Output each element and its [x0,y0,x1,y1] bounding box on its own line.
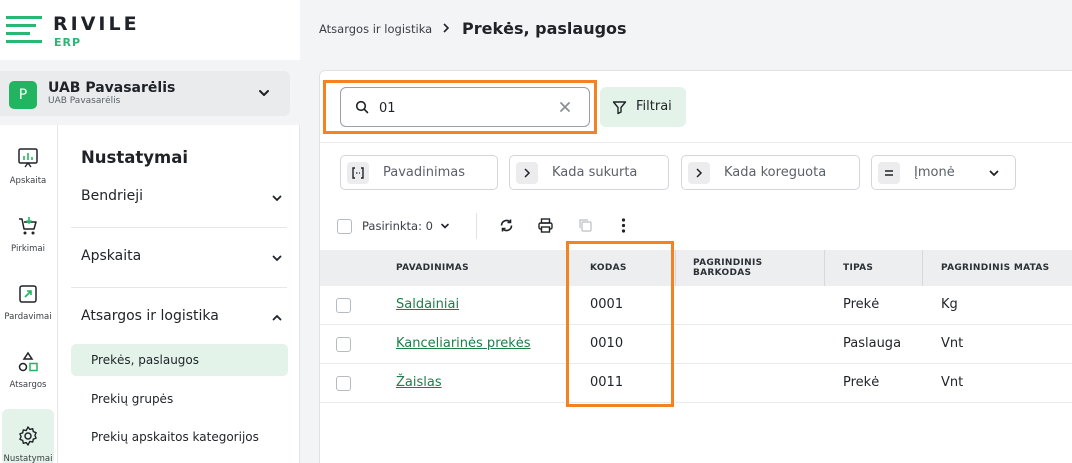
rail-label: Nustatymai [3,454,53,463]
rail-label: Apskaita [9,176,47,186]
equals-icon [885,170,893,176]
copy-icon [579,219,592,232]
filter-button[interactable]: Filtrai [600,87,686,127]
section-label: Bendrieji [81,188,144,204]
menu-divider [71,227,287,228]
menu-section-apskaita[interactable]: Apskaita [81,248,286,268]
chevron-right-icon [443,23,450,33]
table-row[interactable]: Saldainiai 0001 Prekė Kg [320,286,1072,325]
chip-pavadinimas[interactable]: Pavadinimas [340,155,498,190]
chip-kada-koreguota[interactable]: Kada koreguota [681,155,860,190]
chip-label: Kada koreguota [724,165,827,180]
row-checkbox[interactable] [336,298,351,313]
rivile-logo-icon [6,16,42,43]
row-name-link[interactable]: Žaislas [396,375,442,390]
row-name-link[interactable]: Saldainiai [396,297,459,312]
row-name-link[interactable]: Kanceliarinės prekės [396,336,531,351]
greater-than-icon [524,168,531,178]
company-badge: P [9,81,37,109]
chevron-down-icon [272,195,282,202]
greater-than-icon [696,168,703,178]
company-selector[interactable]: P UAB Pavasarėlis UAB Pavasarėlis [0,71,290,116]
page-title: Prekės, paslaugos [462,19,627,38]
row-unit: Kg [941,297,958,312]
select-all-checkbox[interactable] [337,219,352,234]
table-row[interactable]: Kanceliarinės prekės 0010 Paslauga Vnt [320,325,1072,364]
gear-icon [19,426,37,446]
settings-menu: Nustatymai Bendrieji Apskaita Atsargos i… [58,125,300,463]
table-header: PAVADINIMAS KODAS PAGRINDINIS BARKODAS T… [320,250,1072,286]
rail-item-apskaita[interactable]: Apskaita [2,131,54,187]
chevron-down-icon [272,255,282,262]
menu-section-bendrieji[interactable]: Bendrieji [81,188,286,208]
row-checkbox[interactable] [336,376,351,391]
row-type: Paslauga [843,336,902,351]
menu-title: Nustatymai [81,148,189,167]
chart-icon [18,148,38,168]
shapes-icon [18,351,38,372]
chip-label: Įmonė [914,165,955,180]
column-divider [675,250,676,286]
toolbar-separator [476,213,477,239]
column-divider [922,250,923,286]
menu-item-apskaitos-kategorijos[interactable]: Prekių apskaitos kategorijos [71,421,288,453]
more-vertical-icon[interactable] [615,217,632,234]
chevron-up-icon [272,314,282,321]
row-checkbox[interactable] [336,337,351,352]
filter-icon [612,101,627,115]
module-rail: Apskaita Pirkimai Pardavimai Atsargos Nu… [0,125,58,463]
menu-item-prekiu-grupes[interactable]: Prekių grupės [71,383,288,415]
breadcrumb-parent[interactable]: Atsargos ir logistika [319,22,432,36]
row-type: Prekė [843,297,880,312]
company-sub: UAB Pavasarėlis [48,96,121,106]
menu-item-prekes-paslaugos[interactable]: Prekės, paslaugos [71,344,288,376]
chevron-down-icon [989,170,999,177]
rail-item-nustatymai[interactable]: Nustatymai [2,409,54,463]
table-row[interactable]: Žaislas 0011 Prekė Vnt [320,364,1072,403]
rail-item-pardavimai[interactable]: Pardavimai [2,267,54,323]
chip-label: Pavadinimas [383,165,465,180]
brand-sub: ERP [54,36,82,49]
chip-label: Kada sukurta [552,165,638,180]
print-icon[interactable] [537,217,554,234]
cart-icon [19,217,37,235]
code-column-highlight-frame [566,241,674,407]
filter-label: Filtrai [636,99,672,114]
chevron-down-icon[interactable] [439,220,451,232]
menu-divider [71,287,287,288]
toolbar-divider [320,142,1072,143]
menu-section-atsargos[interactable]: Atsargos ir logistika [81,308,286,328]
row-type: Prekė [843,375,880,390]
rail-item-atsargos[interactable]: Atsargos [2,335,54,391]
section-label: Atsargos ir logistika [81,308,219,324]
brand-header: RIVILE ERP [0,0,300,60]
row-unit: Vnt [941,336,964,351]
chip-imone[interactable]: Įmonė [871,155,1016,190]
column-divider [824,250,825,286]
selected-count[interactable]: Pasirinkta: 0 [362,219,433,233]
chevron-down-icon [259,90,269,96]
text-bracket-icon [352,167,364,179]
chip-kada-sukurta[interactable]: Kada sukurta [509,155,669,190]
brand-name: RIVILE [53,13,140,35]
rail-label: Pardavimai [4,312,52,322]
refresh-icon[interactable] [498,217,515,234]
row-unit: Vnt [941,375,964,390]
section-label: Apskaita [81,248,142,264]
rail-label: Pirkimai [11,244,45,254]
sales-icon [19,285,37,303]
rail-label: Atsargos [9,380,47,390]
search-highlight-frame [323,80,597,134]
company-name: UAB Pavasarėlis [48,80,176,96]
rail-item-pirkimai[interactable]: Pirkimai [2,199,54,255]
